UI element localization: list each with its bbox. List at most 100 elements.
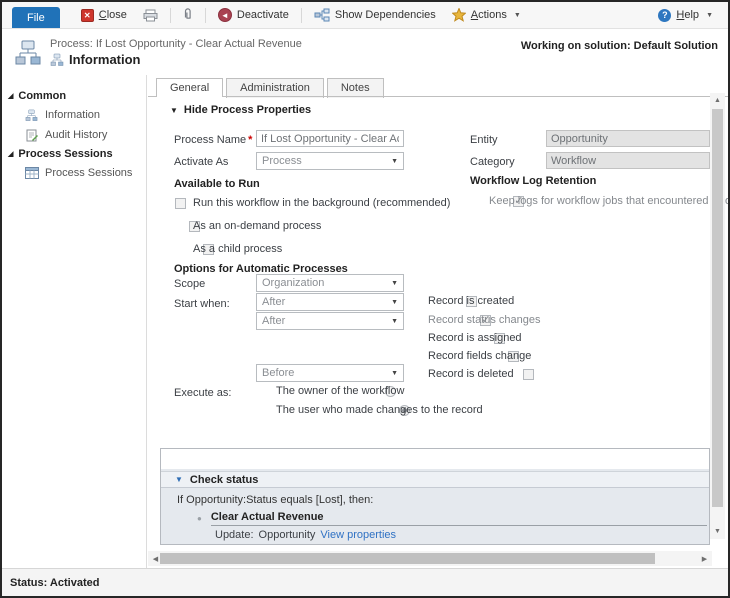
activate-as-value: Process [262,155,302,167]
checkbox-label: Run this workflow in the background (rec… [193,197,451,209]
tab-rule [148,96,728,97]
toolbar-buttons: ✕ Close ◄ Deactivate Show Dependencies A… [74,5,528,26]
step-title: Check status [189,473,259,486]
solution-label: Working on solution: Default Solution [520,40,718,52]
toolbar-separator [169,7,171,23]
scroll-up-icon[interactable]: ▲ [710,93,725,108]
update-label: Update: [215,529,254,541]
activate-as-label: Activate As [174,156,229,168]
execute-as-label: Execute as: [174,387,232,399]
sidebar: ◢ Common Information Audit History ◢ Pro… [2,75,147,568]
process-icon [15,40,41,64]
horizontal-scrollbar-thumb[interactable] [160,553,655,564]
required-marker: * [248,134,253,146]
scroll-down-icon[interactable]: ▼ [710,524,725,539]
check-status-step-header[interactable]: ▼ Check status [161,471,709,488]
scope-label: Scope [174,278,206,290]
sidebar-group-label: Common [18,90,67,102]
checkbox-record-is-deleted[interactable] [522,369,534,380]
sidebar-item-information[interactable]: Information [2,105,146,125]
horizontal-scrollbar[interactable]: ◀ ▶ [148,551,712,566]
sidebar-item-label: Process Sessions [45,167,133,179]
sessions-grid-icon [24,166,39,180]
attach-button[interactable] [176,5,200,26]
scope-value: Organization [262,277,325,289]
checkbox-run-in-background[interactable] [175,198,186,209]
category-input[interactable] [546,152,710,169]
hide-process-properties-toggle[interactable]: ▼ Hide Process Properties [170,104,311,116]
sidebar-item-process-sessions[interactable]: Process Sessions [2,163,146,183]
collapse-step-icon: ▼ [175,475,183,484]
actions-icon [451,8,466,22]
actions-label: Actions [470,9,507,21]
information-icon [50,53,64,66]
sidebar-item-audit-history[interactable]: Audit History [2,125,146,145]
sidebar-item-label: Information [45,109,101,121]
chevron-down-icon: ▼ [391,317,398,325]
status-bar: Status: Activated [2,568,728,596]
page-header: Process: If Lost Opportunity - Clear Act… [2,30,728,75]
checkbox-label: Record status changes [428,314,541,326]
deactivate-label: Deactivate [236,9,289,21]
print-button[interactable] [136,6,165,25]
collapse-triangle-icon: ▼ [170,105,178,115]
condition-text: If Opportunity:Status equals [Lost], the… [177,494,374,506]
close-label: Close [98,9,127,21]
action-row: ● Clear Actual Revenue [197,511,707,528]
activate-as-select[interactable]: Process ▼ [256,152,404,170]
checkbox-label: Record is deleted [428,368,514,380]
chevron-down-icon: ▼ [391,157,398,165]
show-dependencies-button[interactable]: Show Dependencies [307,5,443,25]
collapse-label: Hide Process Properties [183,104,312,116]
tab-notes[interactable]: Notes [326,78,384,98]
audit-history-icon [24,128,39,142]
available-to-run-heading: Available to Run [174,178,260,190]
help-label: Help [676,9,700,21]
sidebar-group-process-sessions[interactable]: ◢ Process Sessions [2,145,146,163]
close-button[interactable]: ✕ Close [74,6,134,25]
expanded-triangle-icon: ◢ [8,93,14,100]
start-when-select-2[interactable]: After ▼ [256,312,404,330]
process-name-label: Process Name * [174,134,253,146]
toolbar-separator [204,7,206,23]
start-when-select-3[interactable]: Before ▼ [256,364,404,382]
vertical-scrollbar[interactable]: ▲ ▼ [710,93,725,539]
scope-select[interactable]: Organization ▼ [256,274,404,292]
checkbox-label: As an on-demand process [193,220,322,232]
deactivate-icon: ◄ [217,8,232,22]
toolbar: File ✕ Close ◄ Deactivate Show Dependenc… [2,2,728,29]
view-properties-link[interactable]: View properties [320,529,396,541]
app-window: File ✕ Close ◄ Deactivate Show Dependenc… [0,0,730,598]
entity-label: Entity [470,134,498,146]
checkbox-label: Record is assigned [428,332,522,344]
scroll-right-icon[interactable]: ▶ [697,551,712,566]
start-when-select-1[interactable]: After ▼ [256,293,404,311]
actions-button[interactable]: Actions ▼ [445,5,528,25]
start-when-value: After [262,296,286,308]
sidebar-group-common[interactable]: ◢ Common [2,87,146,105]
category-label: Category [470,156,515,168]
file-tab[interactable]: File [12,7,60,28]
tab-administration[interactable]: Administration [226,78,324,98]
paperclip-icon [184,7,191,19]
help-button[interactable]: ? Help ▼ [651,6,720,25]
start-when-label: Start when: [174,298,230,310]
status-text: Status: Activated [10,576,100,589]
chevron-down-icon: ▼ [391,369,398,377]
tab-general[interactable]: General [156,78,224,97]
bullet-icon: ● [197,514,202,523]
workflow-icon [24,108,39,122]
page-title: Information [69,52,141,67]
entity-input[interactable] [546,130,710,147]
help-icon: ? [658,8,672,22]
close-icon: ✕ [80,8,94,22]
sidebar-group-label: Process Sessions [18,148,113,160]
vertical-scrollbar-thumb[interactable] [712,109,723,507]
deactivate-button[interactable]: ◄ Deactivate [211,5,296,25]
radio-label: The owner of the workflow [276,385,405,397]
checkbox-label: Record fields change [428,350,532,362]
tab-bar: General Administration Notes [156,78,387,98]
checkbox-label: Record is created [428,295,515,307]
main-content: General Administration Notes ▼ Hide Proc… [148,75,728,568]
process-name-input[interactable] [256,130,404,147]
